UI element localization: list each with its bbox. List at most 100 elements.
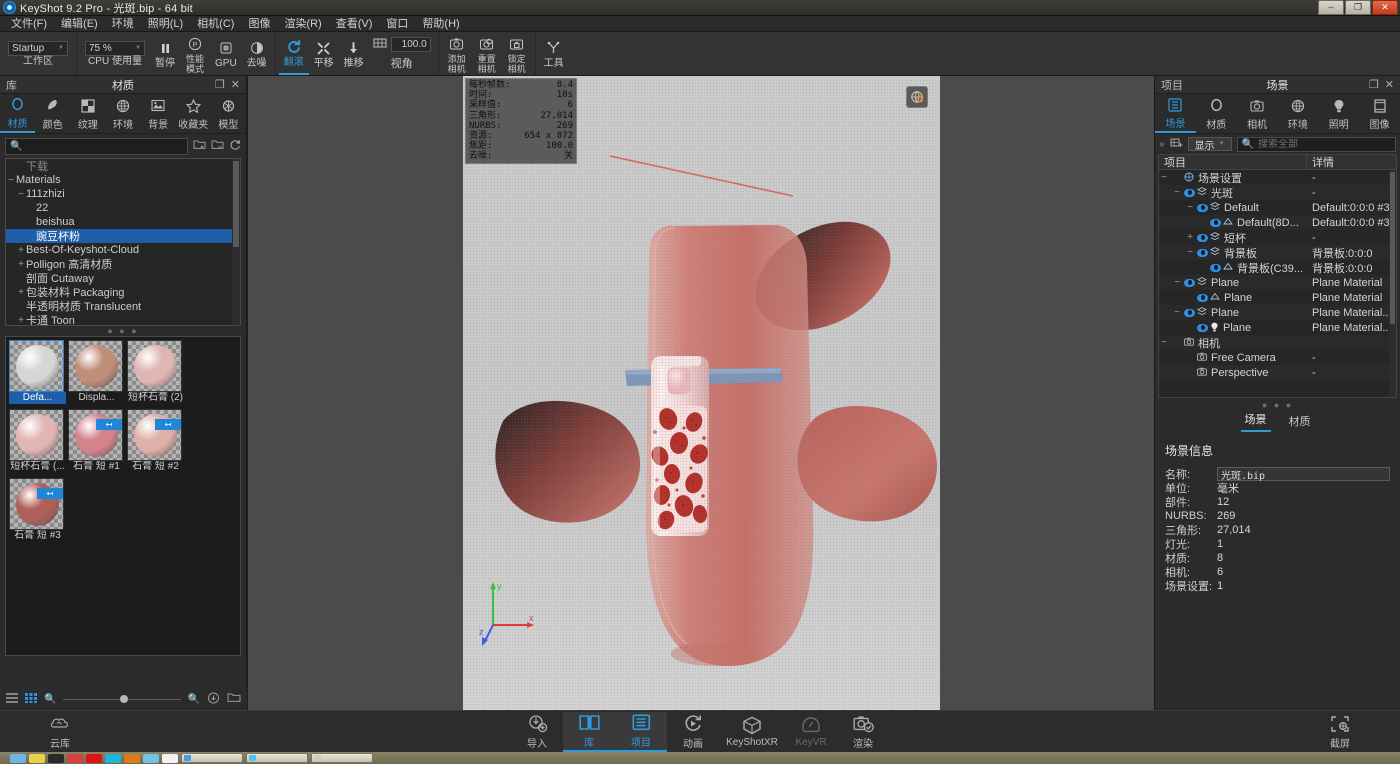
visibility-eye-icon[interactable] <box>1184 309 1195 317</box>
fov-control[interactable]: 100.0 视角 <box>369 32 435 75</box>
library-tab-5[interactable]: 收藏夹 <box>176 94 211 133</box>
performance-mode-button[interactable]: P 性能 模式 <box>180 32 210 75</box>
library-tree-item[interactable]: −Materials <box>6 173 240 187</box>
tree-toggle-icon[interactable]: − <box>1172 277 1182 288</box>
close-icon[interactable]: ✕ <box>1385 78 1394 91</box>
visibility-eye-icon[interactable] <box>1197 234 1208 242</box>
menu-camera[interactable]: 相机(C) <box>190 16 241 32</box>
tree-toggle-icon[interactable]: − <box>1172 307 1182 318</box>
taskbar-icon-2[interactable] <box>48 754 64 763</box>
bottombar-item-2[interactable]: 项目 <box>615 712 667 752</box>
expand-all-icon[interactable]: » <box>1159 139 1165 150</box>
scene-tree-row[interactable]: Perspective- <box>1159 365 1396 380</box>
minimize-button[interactable]: – <box>1318 0 1344 15</box>
add-camera-button[interactable]: 添加 相机 <box>442 32 472 75</box>
tree-toggle-icon[interactable]: + <box>16 245 26 256</box>
add-folder-icon[interactable] <box>193 139 206 153</box>
library-splitter[interactable]: ● ● ● <box>0 326 246 336</box>
screenshot-button[interactable]: 截屏 <box>1314 712 1366 752</box>
bottombar-item-3[interactable]: 动画 <box>667 712 719 752</box>
scene-tree-row[interactable]: PlanePlane Material <box>1159 290 1396 305</box>
zoom-in-icon[interactable]: 🔍 <box>188 694 200 705</box>
library-tab-2[interactable]: 纹理 <box>70 94 105 133</box>
tree-toggle-icon[interactable]: − <box>16 189 26 200</box>
thumbnail-size-slider[interactable] <box>63 693 180 705</box>
workspace-selector[interactable]: Startup ▼ 工作区 <box>3 32 73 75</box>
taskbar-icon-0[interactable] <box>10 754 26 763</box>
menu-help[interactable]: 帮助(H) <box>415 16 466 32</box>
cloud-library-button[interactable]: 云库 <box>34 712 86 752</box>
library-tree-item[interactable]: 豌豆杯粉 <box>6 229 240 243</box>
scene-tree-row[interactable]: 背景板(C39...背景板:0:0:0 <box>1159 260 1396 275</box>
visibility-eye-icon[interactable] <box>1197 294 1208 302</box>
tools-button[interactable]: 工具 <box>539 32 569 75</box>
library-tab-6[interactable]: 模型 <box>211 94 246 133</box>
scene-name-field[interactable]: 光斑.bip <box>1217 467 1390 481</box>
visibility-eye-icon[interactable] <box>1210 264 1221 272</box>
material-preview[interactable]: ↤ <box>68 409 123 461</box>
menu-window[interactable]: 窗口 <box>379 16 415 32</box>
library-tree-item[interactable]: +包装材料 Packaging <box>6 285 240 299</box>
menu-view[interactable]: 查看(V) <box>329 16 380 32</box>
library-panel-tab[interactable]: 库 <box>0 77 23 93</box>
taskbar-icon-7[interactable] <box>143 754 159 763</box>
material-preview[interactable] <box>9 340 64 392</box>
material-thumbnail[interactable]: ↤ 石膏 短 #1 <box>68 409 125 473</box>
visibility-eye-icon[interactable] <box>1184 189 1195 197</box>
material-preview[interactable] <box>9 409 64 461</box>
list-view-icon[interactable] <box>6 693 18 706</box>
scene-tree-row[interactable]: Default(8D...Default:0:0:0 #3 <box>1159 215 1396 230</box>
display-button[interactable]: 显示 ▼ <box>1188 137 1232 151</box>
cpu-usage-selector[interactable]: 75 % ▼ CPU 使用量 <box>80 32 150 75</box>
menu-edit[interactable]: 编辑(E) <box>54 16 105 32</box>
taskbar-window-2[interactable] <box>311 753 373 763</box>
scene-tree-row[interactable]: −PlanePlane Material.. <box>1159 305 1396 320</box>
scene-tree-row[interactable]: −背景板背景板:0:0:0 <box>1159 245 1396 260</box>
material-thumbnail[interactable]: 短杯石膏 (2) <box>127 340 184 404</box>
menu-render[interactable]: 渲染(R) <box>277 16 328 32</box>
project-tab-3[interactable]: 环境 <box>1277 94 1318 133</box>
project-tab-2[interactable]: 相机 <box>1237 94 1278 133</box>
scene-tree-row[interactable]: PlanePlane Material.. <box>1159 320 1396 335</box>
project-search-box[interactable]: 🔍 <box>1237 137 1396 152</box>
scene-tree-row[interactable]: Free Camera- <box>1159 350 1396 365</box>
scene-tree-row[interactable]: +短杯- <box>1159 230 1396 245</box>
cloud-download-icon[interactable] <box>207 692 220 707</box>
windows-taskbar[interactable] <box>0 752 1400 764</box>
close-button[interactable]: ✕ <box>1372 0 1398 15</box>
scene-tree-scrollbar[interactable] <box>1389 170 1396 397</box>
taskbar-icon-8[interactable] <box>162 754 178 763</box>
scene-tree[interactable]: 项目 详情 −场景设置-−光斑-−DefaultDefault:0:0:0 #3… <box>1158 154 1397 398</box>
scene-tree-row[interactable]: −光斑- <box>1159 185 1396 200</box>
environment-refresh-icon[interactable] <box>906 86 928 108</box>
material-thumbnail[interactable]: Displa... <box>68 340 125 404</box>
menu-environment[interactable]: 环境 <box>105 16 141 32</box>
library-tree-item[interactable]: 下载 <box>6 159 240 173</box>
close-icon[interactable]: ✕ <box>231 78 240 91</box>
cpu-usage-combo[interactable]: 75 % ▼ <box>85 41 145 56</box>
visibility-eye-icon[interactable] <box>1210 219 1221 227</box>
dolly-button[interactable]: 推移 <box>339 32 369 75</box>
pan-button[interactable]: 平移 <box>309 32 339 75</box>
maximize-button[interactable]: ❐ <box>1345 0 1371 15</box>
material-preview[interactable] <box>68 340 123 392</box>
project-search-input[interactable] <box>1258 139 1391 150</box>
library-tree-item[interactable]: −111zhizi <box>6 187 240 201</box>
library-search-input[interactable] <box>26 141 183 152</box>
visibility-eye-icon[interactable] <box>1197 324 1208 332</box>
material-thumbnail[interactable]: 短杯石膏 (... <box>9 409 66 473</box>
material-preview[interactable] <box>127 340 182 392</box>
visibility-eye-icon[interactable] <box>1184 279 1195 287</box>
project-subtab-0[interactable]: 场景 <box>1241 411 1271 432</box>
taskbar-window-1[interactable] <box>246 753 308 763</box>
library-search-box[interactable]: 🔍 <box>5 138 188 155</box>
tree-toggle-icon[interactable]: − <box>1185 247 1195 258</box>
tree-toggle-icon[interactable]: − <box>1159 337 1169 348</box>
tree-toggle-icon[interactable]: + <box>16 259 26 270</box>
grid-view-icon[interactable] <box>25 693 37 706</box>
taskbar-icon-5[interactable] <box>105 754 121 763</box>
library-tree-item[interactable]: 22 <box>6 201 240 215</box>
visibility-eye-icon[interactable] <box>1197 249 1208 257</box>
tree-toggle-icon[interactable]: + <box>16 287 26 298</box>
tree-toggle-icon[interactable]: − <box>1172 187 1182 198</box>
